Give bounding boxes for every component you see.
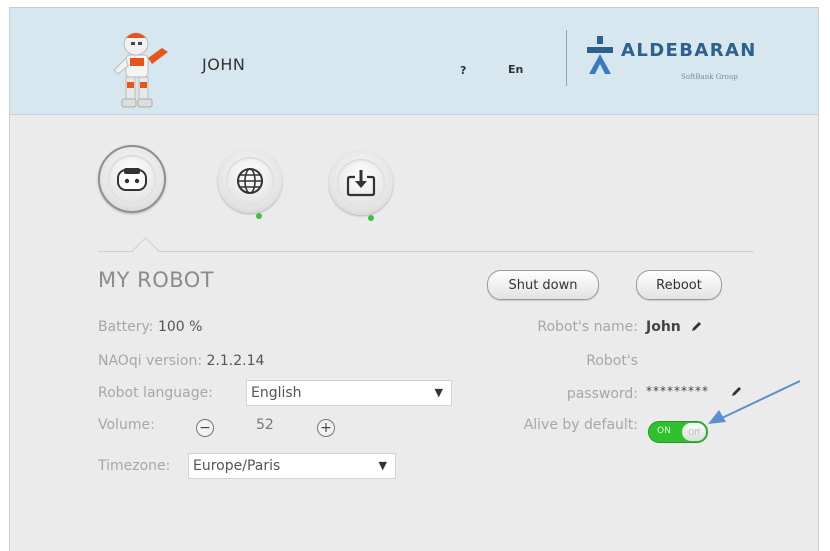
tab-network[interactable] — [218, 149, 282, 213]
naoqi-value: 2.1.2.14 — [206, 353, 265, 369]
robot-language-value: English — [251, 385, 302, 401]
tab-updates[interactable] — [329, 151, 393, 215]
battery-label: Battery: — [98, 319, 154, 335]
reboot-button[interactable]: Reboot — [636, 270, 722, 300]
dropdown-arrow-icon: ▼ — [434, 386, 443, 399]
updates-status-dot — [368, 215, 374, 221]
shutdown-button[interactable]: Shut down — [487, 270, 599, 300]
dropdown-arrow-icon: ▼ — [378, 459, 387, 472]
robot-name-value: John — [646, 319, 681, 335]
header-bar: JOHN ? En ALDEBARAN SoftBank Group — [10, 8, 818, 115]
edit-name-pencil-icon[interactable] — [690, 321, 702, 333]
robot-name-title: JOHN — [202, 55, 246, 74]
brand-name: ALDEBARAN — [621, 40, 757, 61]
tab-my-robot-inner — [108, 155, 156, 203]
network-status-dot — [256, 213, 262, 219]
help-button[interactable]: ? — [460, 64, 466, 77]
toggle-off-text: Off — [688, 427, 700, 437]
header-divider — [566, 30, 567, 86]
robot-password-label-1: Robot's — [586, 353, 638, 369]
battery-value: 100 % — [157, 319, 203, 335]
volume-label: Volume: — [98, 417, 155, 433]
volume-value: 52 — [256, 417, 274, 433]
download-icon — [346, 170, 376, 197]
active-tab-pointer — [132, 237, 159, 264]
volume-decrease-button[interactable]: − — [196, 419, 214, 437]
toggle-on-text: ON — [657, 426, 671, 436]
robot-face-icon — [117, 168, 147, 191]
aldebaran-logo-icon — [587, 36, 613, 74]
tab-updates-inner — [337, 159, 385, 207]
robot-language-label: Robot language: — [98, 385, 213, 401]
timezone-value: Europe/Paris — [193, 458, 281, 474]
tab-my-robot[interactable] — [98, 145, 166, 213]
robot-name-label: Robot's name: — [537, 319, 638, 335]
naoqi-row: NAOqi version: 2.1.2.14 — [98, 353, 264, 369]
alive-by-default-label: Alive by default: — [523, 417, 638, 433]
aldebaran-logo: ALDEBARAN SoftBank Group — [585, 36, 785, 86]
robot-language-select[interactable]: English ▼ — [246, 380, 452, 406]
robot-password-label-2: password: — [566, 386, 638, 402]
battery-row: Battery: 100 % — [98, 319, 202, 335]
robot-avatar-icon — [113, 32, 168, 108]
language-selector[interactable]: En — [508, 63, 523, 76]
section-title: MY ROBOT — [98, 268, 215, 292]
naoqi-label: NAOqi version: — [98, 353, 203, 369]
volume-increase-button[interactable]: + — [317, 419, 335, 437]
section-divider — [98, 251, 754, 252]
annotation-arrow-icon — [708, 380, 801, 424]
alive-by-default-toggle[interactable]: ON Off — [648, 421, 708, 443]
brand-subtitle: SoftBank Group — [681, 73, 738, 81]
globe-icon — [237, 168, 263, 194]
timezone-label: Timezone: — [98, 458, 171, 474]
tab-network-inner — [226, 157, 274, 205]
app-window: JOHN ? En ALDEBARAN SoftBank Group MY RO… — [9, 7, 819, 551]
timezone-select[interactable]: Europe/Paris ▼ — [188, 453, 396, 479]
